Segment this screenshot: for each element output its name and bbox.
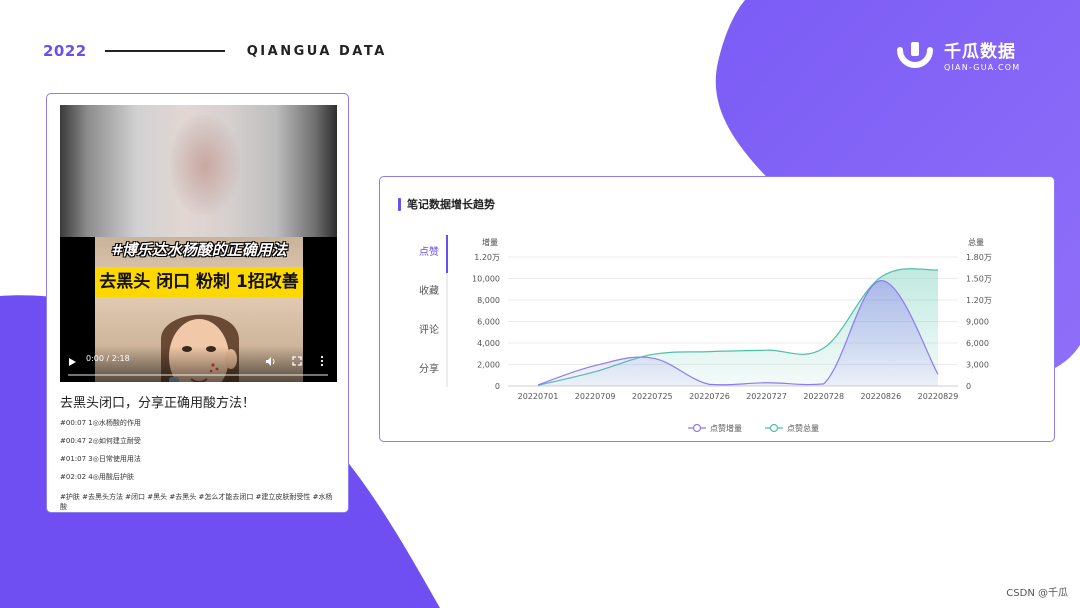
note-title: 去黑头闭口，分享正确用酸方法！ <box>60 396 256 411</box>
chapter-item[interactable]: #00:07 1◎水杨酸的作用 <box>60 418 141 436</box>
right-tick-label: 3,000 <box>966 361 989 370</box>
left-tick-label: 8,000 <box>477 296 500 305</box>
brand-text: QIANGUA DATA <box>246 43 387 59</box>
video-blurred-frame <box>60 105 337 237</box>
qiangua-logo: 千瓜数据 QIAN-GUA.COM <box>896 40 1020 74</box>
legend-increment-label: 点赞增量 <box>710 423 742 433</box>
logo-text-cn: 千瓜数据 <box>944 41 1016 62</box>
chapter-list: #00:07 1◎水杨酸的作用 #00:47 2◎如何建立耐受 #01:07 3… <box>60 418 141 490</box>
thumbnail-banner-text: 去黑头 闭口 粉刺 1招改善 <box>95 267 303 297</box>
chapter-item[interactable]: #02:02 4◎用酸后护肤 <box>60 472 141 490</box>
right-tick-label: 9,000 <box>966 318 989 327</box>
volume-icon[interactable] <box>265 356 276 367</box>
growth-trend-card: 笔记数据增长趋势 点赞 收藏 评论 分享 0 0 2,000 3,000 4,000 6,… <box>379 176 1055 442</box>
left-tick-label: 1.20万 <box>474 253 500 262</box>
x-tick-label: 20220829 <box>918 392 959 401</box>
thumbnail-hashtag-text: #博乐达水杨酸的正确用法 <box>111 241 287 259</box>
x-tick-label: 20220727 <box>746 392 787 401</box>
x-tick-label: 20220701 <box>518 392 559 401</box>
header-divider <box>104 50 225 52</box>
right-tick-label: 1.20万 <box>966 296 992 305</box>
left-tick-label: 6,000 <box>477 318 500 327</box>
video-controls-bar: 0:00 / 2:18 <box>60 346 337 382</box>
right-tick-label: 1.50万 <box>966 275 992 284</box>
year-label: 2022 <box>43 42 87 60</box>
trend-chart: 0 0 2,000 3,000 4,000 6,000 6,000 9,000 8,000 1.2… <box>472 237 992 433</box>
video-player[interactable]: #博乐达水杨酸的正确用法 去黑头 闭口 粉刺 1招改善 0:00 / 2:18 <box>60 105 337 382</box>
x-tick-label: 20220826 <box>860 392 901 401</box>
video-time: 0:00 / 2:18 <box>86 354 130 363</box>
x-tick-label: 20220709 <box>575 392 616 401</box>
chapter-item[interactable]: #00:47 2◎如何建立耐受 <box>60 436 141 454</box>
fullscreen-icon[interactable] <box>292 356 302 366</box>
left-tick-label: 4,000 <box>477 339 500 348</box>
x-tick-label: 20220728 <box>803 392 844 401</box>
right-tick-label: 0 <box>966 382 971 391</box>
note-tags: #护肤 #去黑头方法 #闭口 #黑头 #去黑头 #怎么才能去闭口 #建立皮肤耐受… <box>60 493 333 511</box>
legend-total-marker <box>769 423 779 433</box>
right-tick-label: 1.80万 <box>966 253 992 262</box>
right-axis-label: 总量 <box>968 237 984 247</box>
right-tick-label: 6,000 <box>966 339 989 348</box>
chapter-item[interactable]: #01:07 3◎日常使用用法 <box>60 454 141 472</box>
x-tick-label: 20220726 <box>689 392 730 401</box>
note-video-card: #博乐达水杨酸的正确用法 去黑头 闭口 粉刺 1招改善 0:00 / 2:18 <box>46 93 349 513</box>
legend-increment-marker <box>692 423 702 433</box>
logo-text-en: QIAN-GUA.COM <box>944 62 1021 72</box>
left-tick-label: 10,000 <box>472 275 500 284</box>
play-icon[interactable] <box>69 358 76 366</box>
left-tick-label: 0 <box>495 382 500 391</box>
video-progress-bar[interactable] <box>68 374 328 376</box>
watermark-text: CSDN @千瓜 <box>1006 588 1068 599</box>
more-options-icon[interactable] <box>320 355 324 367</box>
logo-mark-icon <box>897 42 933 68</box>
page-header: 2022 QIANGUA DATA <box>43 40 387 62</box>
x-tick-label: 20220725 <box>632 392 673 401</box>
left-tick-label: 2,000 <box>477 361 500 370</box>
legend-total-label: 点赞总量 <box>787 423 819 433</box>
left-axis-label: 增量 <box>482 237 498 247</box>
